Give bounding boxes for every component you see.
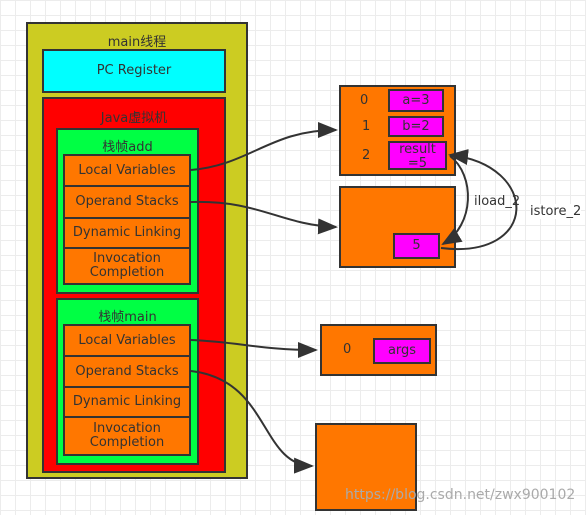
arrow-add-stack — [190, 200, 338, 235]
arrow-main-stack — [190, 370, 314, 474]
iload-label: iload_2 — [474, 194, 521, 209]
watermark: https://blog.csdn.net/zwx900102 — [345, 487, 576, 503]
diagram-canvas: main线程 PC Register Java虚拟机 栈帧add Local V… — [0, 0, 586, 515]
istore-label: istore_2 — [530, 204, 582, 219]
arrows-layer — [190, 122, 518, 474]
arrow-iload — [441, 155, 469, 246]
arrow-add-locals — [190, 122, 338, 171]
arrow-main-locals — [190, 339, 318, 358]
